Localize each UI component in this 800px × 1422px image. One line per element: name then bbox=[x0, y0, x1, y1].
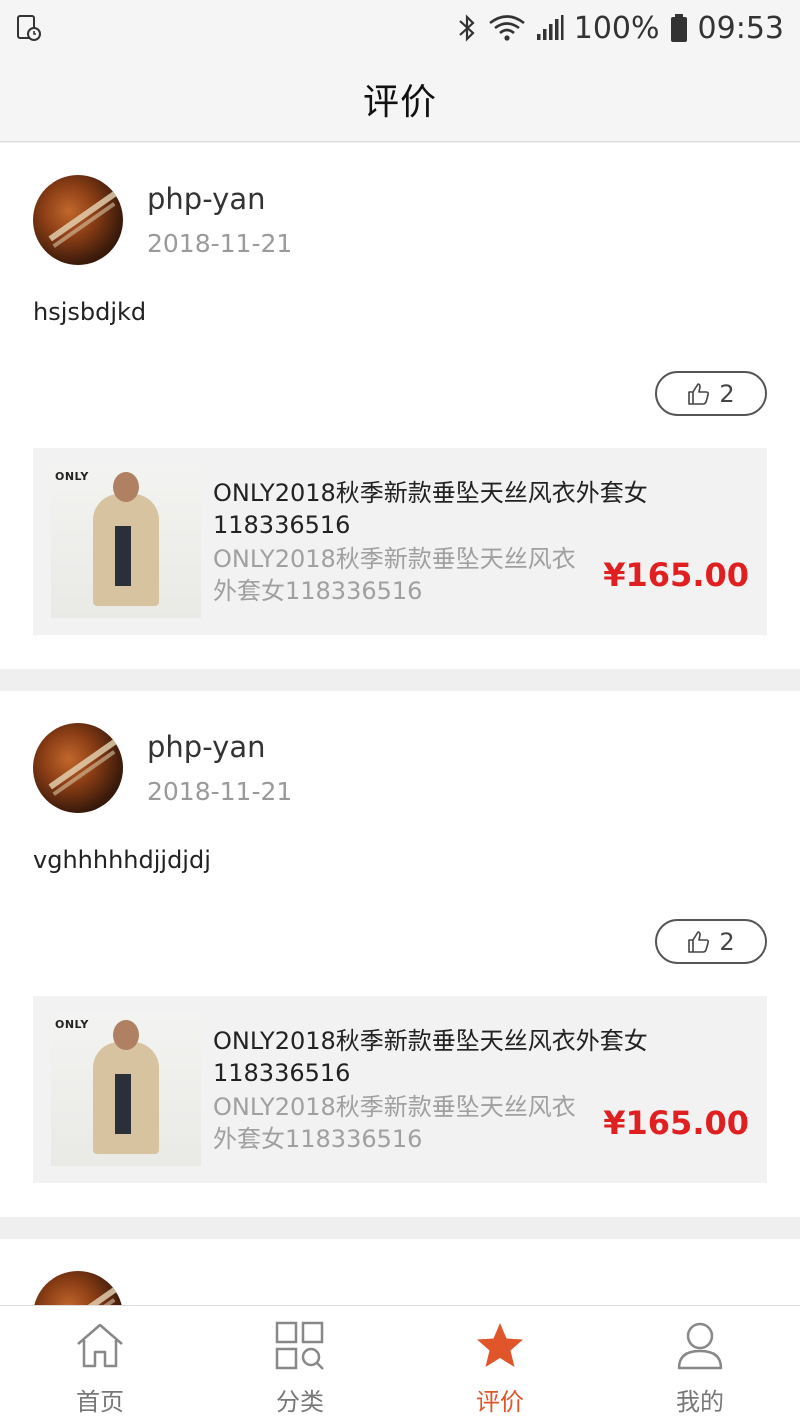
avatar[interactable] bbox=[33, 175, 123, 265]
product-subtitle: ONLY2018秋季新款垂坠天丝风衣外套女118336516 bbox=[213, 1092, 576, 1153]
product-card[interactable]: ONLY ONLY2018秋季新款垂坠天丝风衣外套女118336516 ONLY… bbox=[33, 448, 767, 635]
product-image: ONLY bbox=[51, 1013, 201, 1166]
review-date: 2018-11-21 bbox=[147, 229, 293, 258]
thumbs-up-icon bbox=[688, 382, 710, 405]
wifi-icon bbox=[488, 15, 525, 41]
star-icon bbox=[477, 1323, 523, 1367]
avatar[interactable] bbox=[33, 723, 123, 813]
product-title: ONLY2018秋季新款垂坠天丝风衣外套女118336516 bbox=[213, 478, 648, 539]
product-price: ¥165.00 bbox=[603, 555, 749, 594]
battery-icon bbox=[670, 14, 687, 42]
home-icon bbox=[77, 1323, 123, 1368]
review-date: 2018-11-21 bbox=[147, 777, 293, 806]
thumbs-up-icon bbox=[688, 930, 710, 953]
avatar[interactable] bbox=[33, 1271, 123, 1305]
tab-label: 评价 bbox=[476, 1388, 524, 1416]
tab-profile[interactable]: 我的 bbox=[600, 1306, 800, 1422]
like-count: 2 bbox=[719, 927, 735, 956]
like-button[interactable]: 2 bbox=[655, 919, 767, 964]
product-brand-logo: ONLY bbox=[55, 469, 89, 483]
product-subtitle: ONLY2018秋季新款垂坠天丝风衣外套女118336516 bbox=[213, 544, 576, 605]
review-text: vghhhhhdjjdjdj bbox=[33, 846, 211, 874]
user-name: php-yan bbox=[147, 182, 266, 216]
user-icon bbox=[677, 1322, 723, 1370]
review-user-row: php-yan 2018-11-21 bbox=[33, 175, 767, 265]
review-text: hsjsbdjkd bbox=[33, 298, 147, 326]
tab-label: 我的 bbox=[676, 1388, 724, 1416]
product-image: ONLY bbox=[51, 465, 201, 618]
review-card bbox=[0, 1239, 800, 1305]
screen-timer-icon bbox=[17, 15, 41, 41]
bottom-tab-bar: 首页 分类 评价 我的 bbox=[0, 1305, 800, 1422]
page-title: 评价 bbox=[362, 81, 437, 123]
signal-icon bbox=[536, 15, 564, 40]
status-bar: 100% 09:53 bbox=[0, 0, 800, 56]
tab-category[interactable]: 分类 bbox=[200, 1306, 400, 1422]
tab-label: 分类 bbox=[276, 1388, 324, 1416]
bluetooth-icon bbox=[459, 14, 475, 42]
review-card: php-yan 2018-11-21 hsjsbdjkd 2 ONLY ONLY… bbox=[0, 143, 800, 669]
review-user-row: php-yan 2018-11-21 bbox=[33, 723, 767, 813]
review-feed[interactable]: php-yan 2018-11-21 hsjsbdjkd 2 ONLY ONLY… bbox=[0, 143, 800, 1305]
tab-reviews[interactable]: 评价 bbox=[400, 1306, 600, 1422]
like-button[interactable]: 2 bbox=[655, 371, 767, 416]
product-brand-logo: ONLY bbox=[55, 1017, 89, 1031]
review-card: php-yan 2018-11-21 vghhhhhdjjdjdj 2 ONLY… bbox=[0, 691, 800, 1217]
user-name: php-yan bbox=[147, 730, 266, 764]
clock: 09:53 bbox=[697, 10, 784, 46]
product-card[interactable]: ONLY ONLY2018秋季新款垂坠天丝风衣外套女118336516 ONLY… bbox=[33, 996, 767, 1183]
product-price: ¥165.00 bbox=[603, 1103, 749, 1142]
tab-label: 首页 bbox=[76, 1388, 124, 1416]
product-title: ONLY2018秋季新款垂坠天丝风衣外套女118336516 bbox=[213, 1026, 648, 1087]
like-count: 2 bbox=[719, 379, 735, 408]
tab-home[interactable]: 首页 bbox=[0, 1306, 200, 1422]
category-icon bbox=[275, 1321, 324, 1370]
battery-percent: 100% bbox=[573, 10, 660, 46]
page-header: 评价 bbox=[0, 56, 800, 142]
